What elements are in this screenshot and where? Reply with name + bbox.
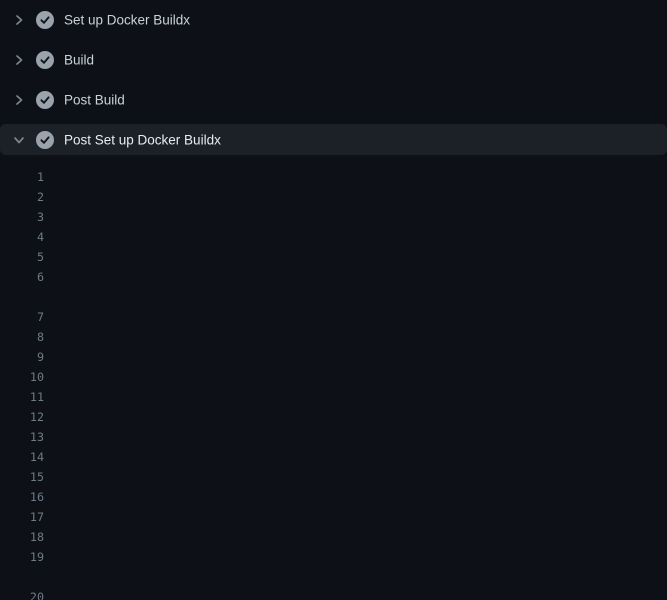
log-line: 3 /usr/bin/docker logs buildx_buildkit_b… xyxy=(0,207,667,227)
log-line: 4 time="2021-04-23T18:02:37Z" level=info… xyxy=(0,227,667,247)
log-line-number[interactable]: 11 xyxy=(0,387,44,407)
log-line-number[interactable]: 12 xyxy=(0,407,44,427)
step-row-post-build[interactable]: Post Build xyxy=(0,80,667,120)
steps-list: Set up Docker Buildx Build Post Build xyxy=(0,0,667,160)
check-circle-icon xyxy=(36,51,54,69)
log-line-number[interactable]: 6 xyxy=(0,267,44,287)
log-line-number[interactable]: 14 xyxy=(0,447,44,467)
step-row-set-up-docker-buildx[interactable]: Set up Docker Buildx xyxy=(0,0,667,40)
log-line: 18 time="2021-04-23T18:02:38Z" level=deb… xyxy=(0,527,667,547)
log-line-number[interactable]: 2 xyxy=(0,187,44,207)
log-line: 11 time="2021-04-23T18:02:38Z" level=deb… xyxy=(0,387,667,407)
log-line: 17 time="2021-04-23T18:02:38Z" level=deb… xyxy=(0,507,667,527)
log-line: 5 time="2021-04-23T18:02:37Z" level=warn… xyxy=(0,247,667,267)
log-viewer: 1 Post job cleanup. 2 ▼ BuildKit contain… xyxy=(0,167,667,600)
log-line-number[interactable]: 10 xyxy=(0,367,44,387)
step-row-build[interactable]: Build xyxy=(0,40,667,80)
log-line-number[interactable]: 3 xyxy=(0,207,44,227)
log-line: 16 time="2021-04-23T18:02:38Z" level=deb… xyxy=(0,487,667,507)
log-line-number[interactable]: 13 xyxy=(0,427,44,447)
log-line: 1 Post job cleanup. xyxy=(0,167,667,187)
log-line: 12 time="2021-04-23T18:02:38Z" level=deb… xyxy=(0,407,667,427)
step-label: Post Set up Docker Buildx xyxy=(64,133,221,148)
check-circle-icon xyxy=(36,11,54,29)
log-line: 7 time="2021-04-23T18:02:37Z" level=warn… xyxy=(0,307,667,327)
log-line: 10 time="2021-04-23T18:02:37Z" level=inf… xyxy=(0,367,667,387)
log-line: 2 ▼ BuildKit container logs xyxy=(0,187,667,207)
chevron-right-icon xyxy=(12,93,26,107)
log-line: 19 time="2021-04-23T18:02:38Z" level=deb… xyxy=(0,547,667,567)
log-line: 20 time="2021-04-23T18:02:38Z" level=deb… xyxy=(0,587,667,600)
log-line-number[interactable]: 1 xyxy=(0,167,44,187)
log-line-number[interactable]: 8 xyxy=(0,327,44,347)
log-line-number[interactable]: 7 xyxy=(0,307,44,327)
chevron-right-icon xyxy=(12,13,26,27)
log-line: 14 time="2021-04-23T18:02:38Z" level=deb… xyxy=(0,447,667,467)
log-line-number[interactable]: 19 xyxy=(0,547,44,567)
step-label: Build xyxy=(64,53,94,68)
check-circle-icon xyxy=(36,131,54,149)
log-line-number[interactable]: 17 xyxy=(0,507,44,527)
log-line-number[interactable]: 18 xyxy=(0,527,44,547)
log-line-number[interactable]: 4 xyxy=(0,227,44,247)
log-line-number[interactable]: 16 xyxy=(0,487,44,507)
check-circle-icon xyxy=(36,91,54,109)
log-line: 8 time="2021-04-23T18:02:37Z" level=info… xyxy=(0,327,667,347)
log-line: application/vnd.oci.image.index.v1+json,… xyxy=(0,567,667,587)
log-line-number[interactable]: 20 xyxy=(0,587,44,600)
step-label: Set up Docker Buildx xyxy=(64,13,190,28)
log-line: 15 time="2021-04-23T18:02:38Z" level=deb… xyxy=(0,467,667,487)
log-line-number[interactable]: 5 xyxy=(0,247,44,267)
log-line: 9 time="2021-04-23T18:02:37Z" level=warn… xyxy=(0,347,667,367)
chevron-right-icon xyxy=(12,53,26,67)
log-line: 13 time="2021-04-23T18:02:38Z" level=deb… xyxy=(0,427,667,447)
log-line: 6 time="2021-04-23T18:02:37Z" level=info… xyxy=(0,267,667,287)
log-line: linux/riscv64 linux/ppc64le linux/s390x … xyxy=(0,287,667,307)
log-line-number[interactable]: 9 xyxy=(0,347,44,367)
chevron-down-icon xyxy=(12,133,26,147)
step-label: Post Build xyxy=(64,93,125,108)
step-row-post-set-up-docker-buildx[interactable]: Post Set up Docker Buildx xyxy=(0,120,667,160)
log-line-number[interactable]: 15 xyxy=(0,467,44,487)
